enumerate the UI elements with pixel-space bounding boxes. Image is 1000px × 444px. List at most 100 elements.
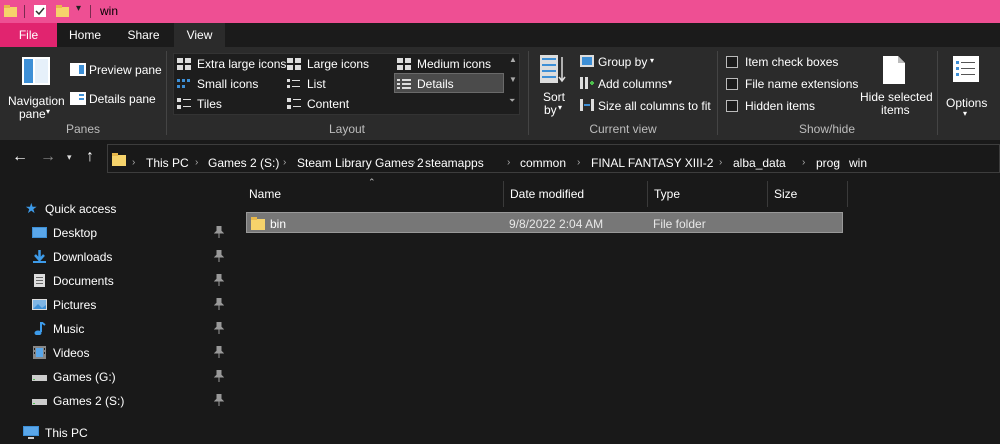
breadcrumb-this-pc[interactable]: This PC <box>146 156 189 170</box>
ribbon-tab-bar: File Home Share View <box>0 23 1000 47</box>
column-header-date-modified[interactable]: Date modified <box>510 187 584 201</box>
pin-icon[interactable] <box>214 370 224 382</box>
nav-item-downloads[interactable]: Downloads <box>0 245 232 269</box>
chevron-right-icon[interactable]: › <box>802 157 805 168</box>
nav-item-pictures[interactable]: Pictures <box>0 293 232 317</box>
back-arrow-icon[interactable]: ← <box>12 149 28 165</box>
nav-item-videos[interactable]: Videos <box>0 341 232 365</box>
file-name-extensions-checkbox[interactable] <box>726 78 738 90</box>
hide-selected-items-label: Hide selected <box>860 90 933 104</box>
chevron-right-icon[interactable]: › <box>283 157 286 168</box>
nav-item-label: Games (G:) <box>53 370 116 384</box>
breadcrumb-steam-library[interactable]: Steam Library Games 2 <box>297 156 424 170</box>
hide-selected-items-button[interactable]: Hide selected items <box>858 53 933 119</box>
large-icons-option[interactable]: Large icons <box>307 57 369 71</box>
nav-item-label: Pictures <box>53 298 97 312</box>
chevron-right-icon[interactable]: › <box>132 157 135 168</box>
drive-icon <box>32 399 47 405</box>
group-label-layout: Layout <box>328 122 366 136</box>
file-name: bin <box>270 217 287 231</box>
medium-icons-option[interactable]: Medium icons <box>417 57 491 71</box>
hide-selected-items-label-2: items <box>881 103 910 117</box>
chevron-right-icon[interactable]: › <box>195 157 198 168</box>
document-icon <box>34 274 45 287</box>
pin-icon[interactable] <box>214 250 224 262</box>
nav-item-desktop[interactable]: Desktop <box>0 221 232 245</box>
list-option[interactable]: List <box>307 77 326 91</box>
chevron-down-icon: ▾ <box>963 109 968 118</box>
breadcrumb-steamapps[interactable]: steamapps <box>425 156 484 170</box>
nav-item-documents[interactable]: Documents <box>0 269 232 293</box>
new-folder-icon[interactable] <box>56 5 69 17</box>
properties-icon[interactable] <box>34 5 46 17</box>
gallery-expand-icon[interactable]: ⏷ <box>509 96 515 106</box>
pin-icon[interactable] <box>214 274 224 286</box>
address-bar[interactable]: › This PC › Games 2 (S:) › Steam Library… <box>107 144 1000 173</box>
chevron-right-icon[interactable]: › <box>507 157 510 168</box>
size-all-columns-button[interactable]: Size all columns to fit <box>598 99 711 113</box>
hidden-items-checkbox[interactable] <box>726 100 738 112</box>
breadcrumb-win[interactable]: win <box>849 156 867 170</box>
pin-icon[interactable] <box>214 322 224 334</box>
breadcrumb-games-2[interactable]: Games 2 (S:) <box>208 156 279 170</box>
nav-item-games-g[interactable]: Games (G:) <box>0 365 232 389</box>
medium-icons-icon <box>397 58 411 70</box>
column-header-name[interactable]: Name <box>249 187 281 201</box>
group-label-current-view: Current view <box>589 122 657 136</box>
tab-home[interactable]: Home <box>57 23 113 47</box>
tiles-option[interactable]: Tiles <box>197 97 222 111</box>
group-by-button[interactable]: Group by <box>598 55 647 69</box>
column-header-type[interactable]: Type <box>654 187 680 201</box>
navigation-pane-button[interactable]: Navigation pane ▾ <box>6 51 65 121</box>
pin-icon[interactable] <box>214 298 224 310</box>
item-check-boxes-checkbox[interactable] <box>726 56 738 68</box>
pin-icon[interactable] <box>214 226 224 238</box>
nav-item-quick-access[interactable]: ★ Quick access <box>0 197 232 221</box>
tab-view[interactable]: View <box>174 23 225 47</box>
chevron-right-icon[interactable]: › <box>577 157 580 168</box>
nav-item-music[interactable]: Music <box>0 317 232 341</box>
sort-by-label-2: by <box>544 103 557 117</box>
table-row[interactable]: bin 9/8/2022 2:04 AM File folder <box>246 212 843 233</box>
extra-large-icons-icon <box>177 58 191 70</box>
chevron-right-icon[interactable]: › <box>719 157 722 168</box>
chevron-right-icon[interactable]: › <box>835 157 838 168</box>
nav-item-games-2-s[interactable]: Games 2 (S:) <box>0 389 232 413</box>
folder-icon <box>4 5 17 17</box>
gallery-scroll-down-icon[interactable]: ▼ <box>509 75 517 84</box>
column-header-size[interactable]: Size <box>774 187 797 201</box>
tab-share[interactable]: Share <box>113 23 174 47</box>
gallery-scroll-up-icon[interactable]: ▲ <box>509 55 517 64</box>
navigation-pane-label-2: pane <box>19 107 46 121</box>
options-icon <box>953 56 979 82</box>
tab-file[interactable]: File <box>0 23 57 47</box>
forward-arrow-icon[interactable]: → <box>40 149 56 165</box>
up-arrow-icon[interactable]: ↑ <box>86 149 94 165</box>
add-columns-button[interactable]: Add columns <box>598 77 667 91</box>
customize-quick-access-icon[interactable]: ▾ <box>76 3 81 14</box>
preview-pane-button[interactable]: Preview pane <box>68 61 162 79</box>
options-button[interactable]: Options ▾ <box>943 53 991 119</box>
size-columns-icon <box>580 99 594 111</box>
details-pane-button[interactable]: Details pane <box>68 90 160 108</box>
pin-icon[interactable] <box>214 346 224 358</box>
nav-item-label: Games 2 (S:) <box>53 394 125 408</box>
extra-large-icons-option[interactable]: Extra large icons <box>197 57 286 71</box>
breadcrumb-common[interactable]: common <box>520 156 566 170</box>
sort-by-button[interactable]: Sort by ▾ <box>534 53 574 119</box>
small-icons-option[interactable]: Small icons <box>197 77 258 91</box>
details-option[interactable]: Details <box>417 77 454 91</box>
content-option[interactable]: Content <box>307 97 349 111</box>
pin-icon[interactable] <box>214 394 224 406</box>
music-icon <box>34 322 46 335</box>
sort-by-label: Sort <box>543 90 566 104</box>
nav-item-label: Music <box>53 322 85 336</box>
breadcrumb-final-fantasy[interactable]: FINAL FANTASY XIII-2 <box>591 156 713 170</box>
picture-icon <box>32 299 47 310</box>
recent-locations-chevron-down-icon[interactable]: ▾ <box>67 152 72 163</box>
nav-item-this-pc[interactable]: This PC <box>0 421 232 444</box>
breadcrumb-alba-data[interactable]: alba_data <box>733 156 786 170</box>
details-pane-icon <box>70 92 86 105</box>
navigation-pane-label: Navigation <box>8 94 65 108</box>
chevron-right-icon[interactable]: › <box>412 157 415 168</box>
